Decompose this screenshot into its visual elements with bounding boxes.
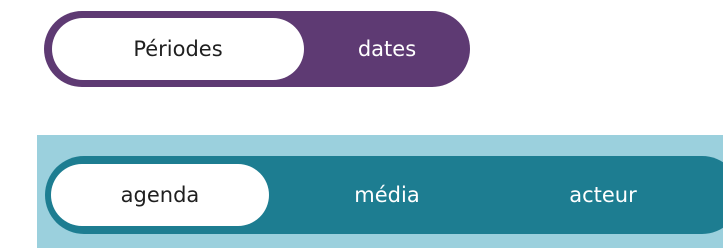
toggle-option-label: Périodes [133,37,223,61]
toggle-option-label: média [354,183,420,207]
toggle-option-media[interactable]: média [269,164,505,226]
toggle-option-label: acteur [569,183,637,207]
toggle-option-periodes[interactable]: Périodes [52,18,304,80]
toggle-option-acteur[interactable]: acteur [505,164,701,226]
agenda-media-actor-toggle: agenda média acteur [45,156,723,234]
page: Périodes dates agenda média acteur [0,0,723,248]
toggle-option-dates[interactable]: dates [304,18,470,80]
toggle-option-agenda[interactable]: agenda [51,164,269,226]
toggle-option-label: dates [357,37,417,61]
toggle-option-label: agenda [120,183,200,207]
period-date-toggle: Périodes dates [44,11,470,87]
bottom-toggle-panel: agenda média acteur [37,135,723,248]
